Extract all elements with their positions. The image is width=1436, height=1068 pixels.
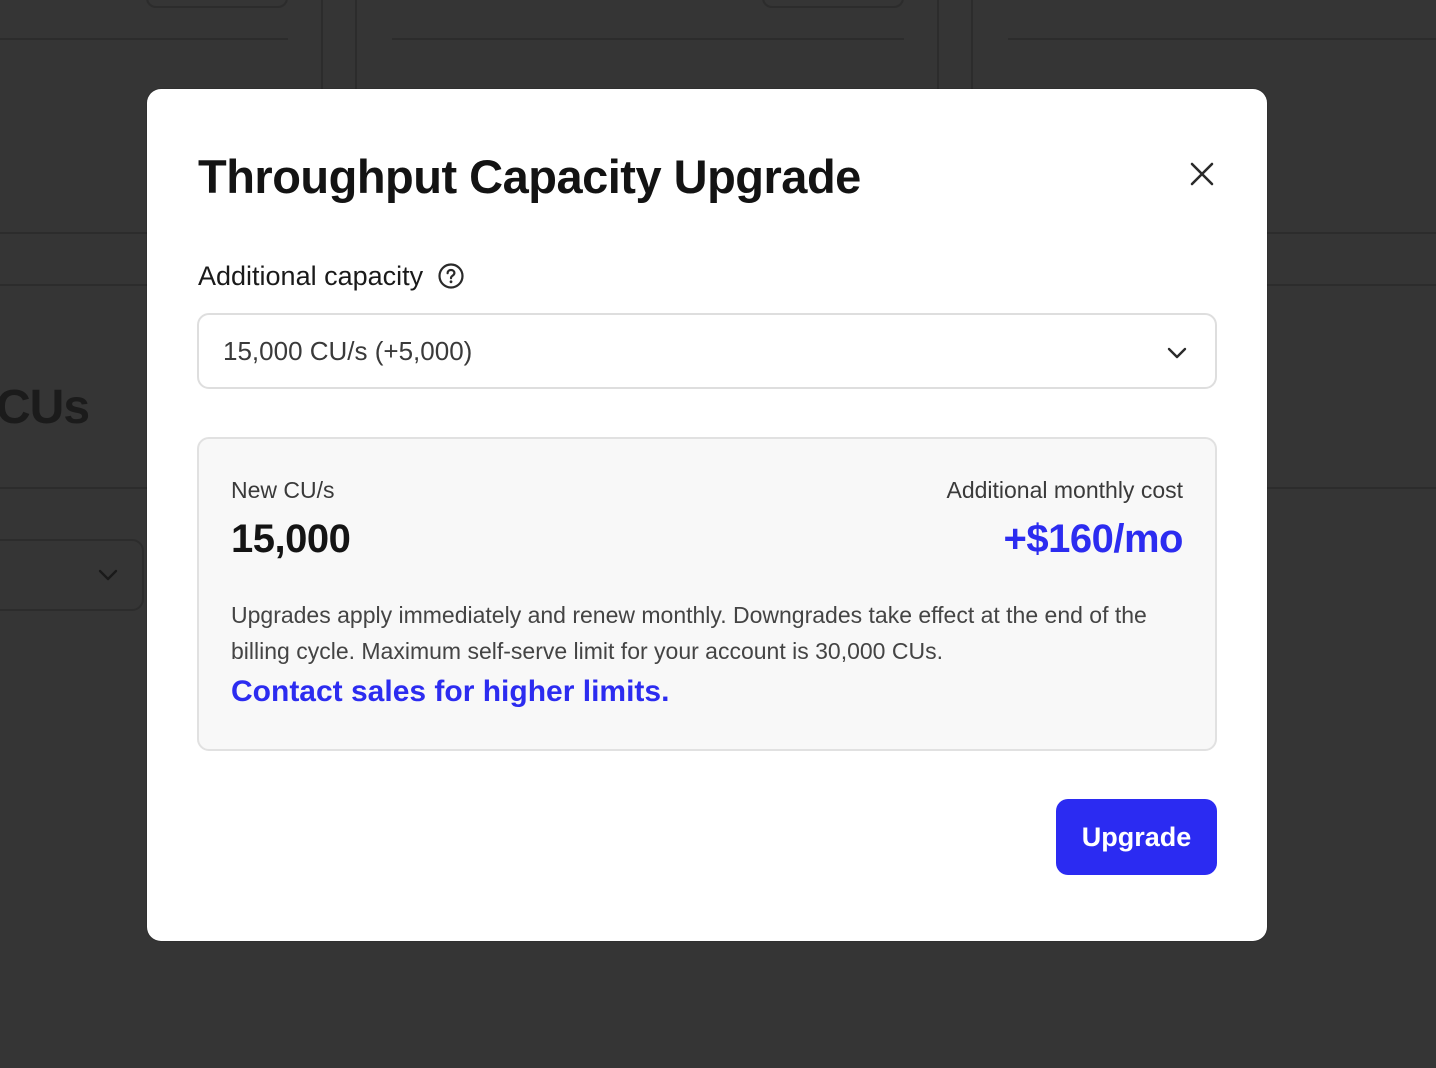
background-divider	[971, 0, 973, 90]
billing-note: Upgrades apply immediately and renew mon…	[231, 602, 1147, 664]
capacity-label-text: Additional capacity	[198, 261, 424, 291]
capacity-select[interactable]: 15,000 CU/s (+5,000)	[197, 313, 1217, 389]
monthly-cost-label: Additional monthly cost	[946, 477, 1183, 503]
background-divider	[0, 487, 148, 489]
background-button	[146, 0, 288, 8]
new-cus-label: New CU/s	[231, 477, 335, 503]
chevron-down-icon	[98, 569, 118, 581]
capacity-select-value: 15,000 CU/s (+5,000)	[223, 335, 473, 366]
new-cus-value: 15,000	[231, 517, 351, 561]
chevron-down-icon	[1167, 347, 1187, 359]
background-button	[762, 0, 904, 8]
background-divider	[1266, 284, 1436, 286]
capacity-field-label: Additional capacity	[198, 259, 465, 293]
upgrade-button[interactable]: Upgrade	[1056, 799, 1217, 875]
help-circle-icon[interactable]	[437, 262, 465, 290]
background-divider	[355, 0, 357, 90]
close-icon	[1190, 162, 1214, 186]
modal-title: Throughput Capacity Upgrade	[198, 150, 861, 203]
background-select	[0, 539, 144, 611]
upgrade-modal: Throughput Capacity Upgrade Additional c…	[147, 89, 1267, 941]
background-divider	[0, 38, 288, 40]
background-divider	[1008, 38, 1436, 40]
background-divider	[392, 38, 904, 40]
contact-sales-link[interactable]: Contact sales for higher limits.	[231, 675, 669, 709]
background-divider	[1266, 487, 1436, 489]
background-divider	[321, 0, 323, 90]
cost-summary-panel: New CU/s Additional monthly cost 15,000 …	[197, 437, 1217, 751]
close-button[interactable]	[1187, 159, 1217, 189]
background-heading: CUs	[0, 381, 90, 434]
background-divider	[0, 232, 148, 234]
background-divider	[0, 284, 148, 286]
background-divider	[1266, 232, 1436, 234]
monthly-cost-value: +$160/mo	[1003, 517, 1184, 561]
background-divider	[937, 0, 939, 90]
